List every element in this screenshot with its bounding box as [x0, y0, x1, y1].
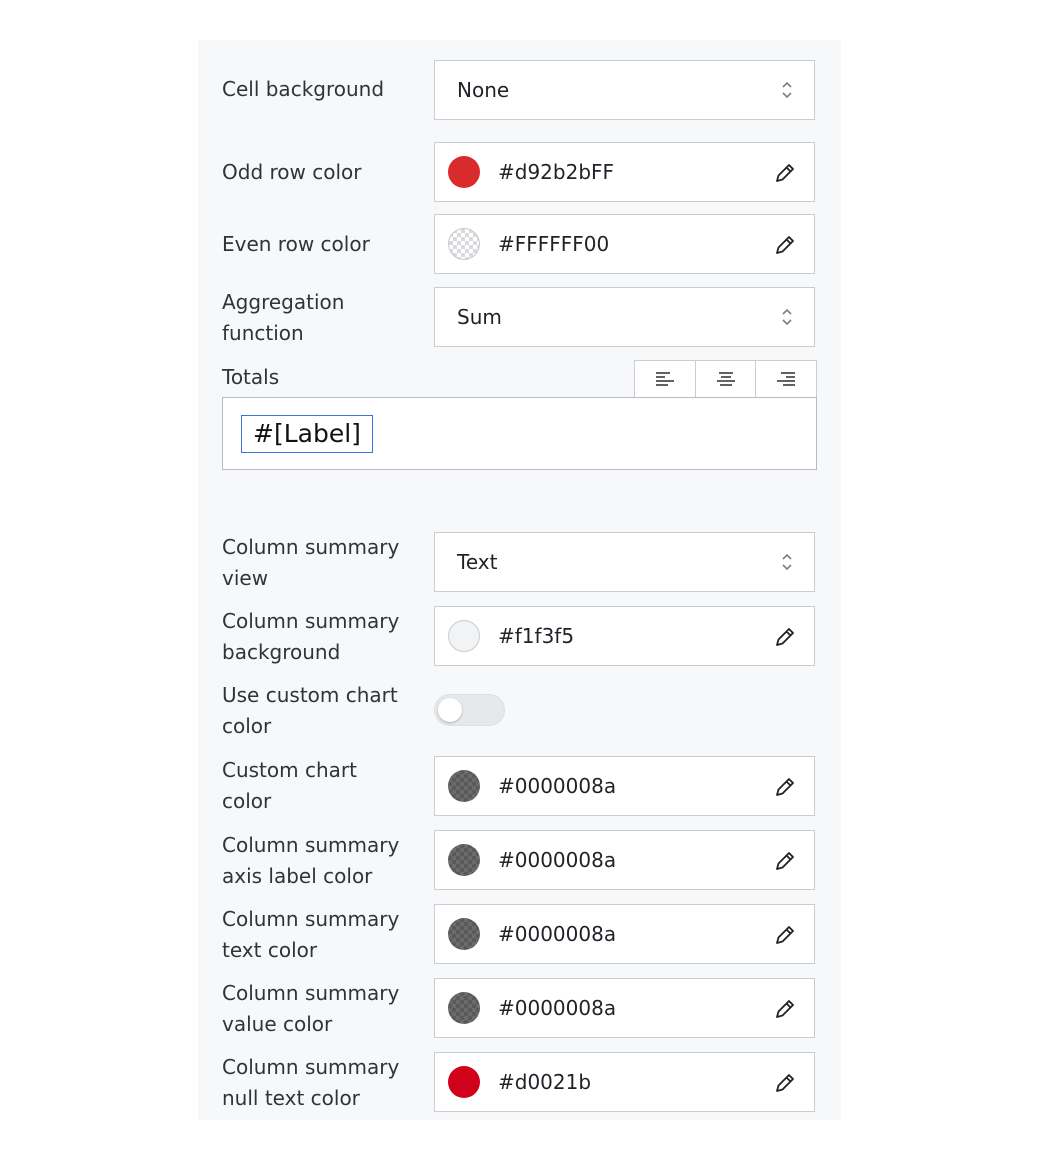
column-summary-view-select[interactable]: Text: [434, 532, 815, 592]
align-center-button[interactable]: [694, 360, 757, 397]
pencil-icon[interactable]: [772, 996, 798, 1022]
column-summary-axis-label-color-value: #0000008a: [498, 848, 617, 872]
label-token[interactable]: #[Label]: [241, 415, 373, 453]
align-right-button[interactable]: [755, 360, 818, 397]
color-swatch[interactable]: [448, 918, 480, 950]
custom-chart-color-row: Custom chart color #0000008a: [198, 756, 841, 818]
chevron-up-down-icon: [782, 553, 792, 571]
column-summary-view-value: Text: [457, 550, 498, 574]
aggregation-function-value: Sum: [457, 305, 502, 329]
odd-row-color-label: Odd row color: [222, 160, 362, 184]
pencil-icon[interactable]: [772, 848, 798, 874]
pencil-icon[interactable]: [772, 232, 798, 258]
column-summary-text-color-row: Column summary text color #0000008a: [198, 904, 841, 966]
align-right-icon: [777, 372, 796, 386]
aggregation-function-row: Aggregation function Sum: [198, 287, 841, 349]
column-summary-background-picker[interactable]: #f1f3f5: [434, 606, 815, 666]
even-row-color-value: #FFFFFF00: [498, 232, 610, 256]
aggregation-function-select[interactable]: Sum: [434, 287, 815, 347]
toggle-knob: [438, 698, 462, 722]
totals-text-editor[interactable]: #[Label]: [222, 397, 817, 470]
chevron-up-down-icon: [782, 81, 792, 99]
use-custom-chart-color-label: Use custom chart color: [222, 683, 398, 738]
table-settings-panel: Cell background None Odd row color #d92b…: [198, 40, 841, 1120]
column-summary-text-color-picker[interactable]: #0000008a: [434, 904, 815, 964]
odd-row-color-value: #d92b2bFF: [498, 160, 615, 184]
use-custom-chart-color-toggle[interactable]: [434, 694, 505, 726]
color-swatch[interactable]: [448, 992, 480, 1024]
text-align-group: [634, 360, 818, 397]
even-row-color-row: Even row color #FFFFFF00: [198, 214, 841, 276]
column-summary-axis-label-color-row: Column summary axis label color #0000008…: [198, 830, 841, 892]
pencil-icon[interactable]: [772, 160, 798, 186]
even-row-color-picker[interactable]: #FFFFFF00: [434, 214, 815, 274]
color-swatch[interactable]: [448, 1066, 480, 1098]
use-custom-chart-color-row: Use custom chart color: [198, 680, 841, 742]
color-swatch[interactable]: [448, 844, 480, 876]
aggregation-function-label: Aggregation function: [222, 290, 345, 345]
align-left-button[interactable]: [634, 360, 696, 397]
column-summary-axis-label-color-picker[interactable]: #0000008a: [434, 830, 815, 890]
odd-row-color-row: Odd row color #d92b2bFF: [198, 142, 841, 204]
column-summary-null-text-color-picker[interactable]: #d0021b: [434, 1052, 815, 1112]
align-left-icon: [655, 372, 674, 386]
cell-background-select[interactable]: None: [434, 60, 815, 120]
column-summary-value-color-picker[interactable]: #0000008a: [434, 978, 815, 1038]
custom-chart-color-value: #0000008a: [498, 774, 617, 798]
column-summary-null-text-color-row: Column summary null text color #d0021b: [198, 1052, 841, 1114]
chevron-up-down-icon: [782, 308, 792, 326]
pencil-icon[interactable]: [772, 624, 798, 650]
column-summary-null-text-color-value: #d0021b: [498, 1070, 592, 1094]
column-summary-value-color-value: #0000008a: [498, 996, 617, 1020]
column-summary-text-color-label: Column summary text color: [222, 907, 400, 962]
column-summary-background-label: Column summary background: [222, 609, 400, 664]
pencil-icon[interactable]: [772, 1070, 798, 1096]
totals-label: Totals: [222, 365, 280, 389]
column-summary-background-row: Column summary background #f1f3f5: [198, 606, 841, 668]
column-summary-value-color-label: Column summary value color: [222, 981, 400, 1036]
column-summary-value-color-row: Column summary value color #0000008a: [198, 978, 841, 1040]
cell-background-row: Cell background None: [198, 60, 841, 122]
column-summary-view-row: Column summary view Text: [198, 532, 841, 594]
cell-background-value: None: [457, 78, 510, 102]
color-swatch[interactable]: [448, 620, 480, 652]
align-center-icon: [716, 372, 735, 386]
odd-row-color-picker[interactable]: #d92b2bFF: [434, 142, 815, 202]
column-summary-axis-label-color-label: Column summary axis label color: [222, 833, 400, 888]
pencil-icon[interactable]: [772, 774, 798, 800]
color-swatch[interactable]: [448, 228, 480, 260]
color-swatch[interactable]: [448, 770, 480, 802]
custom-chart-color-picker[interactable]: #0000008a: [434, 756, 815, 816]
custom-chart-color-label: Custom chart color: [222, 758, 357, 813]
column-summary-background-value: #f1f3f5: [498, 624, 575, 648]
even-row-color-label: Even row color: [222, 232, 370, 256]
color-swatch[interactable]: [448, 156, 480, 188]
column-summary-text-color-value: #0000008a: [498, 922, 617, 946]
column-summary-null-text-color-label: Column summary null text color: [222, 1055, 400, 1110]
pencil-icon[interactable]: [772, 922, 798, 948]
column-summary-view-label: Column summary view: [222, 535, 400, 590]
cell-background-label: Cell background: [222, 77, 385, 101]
